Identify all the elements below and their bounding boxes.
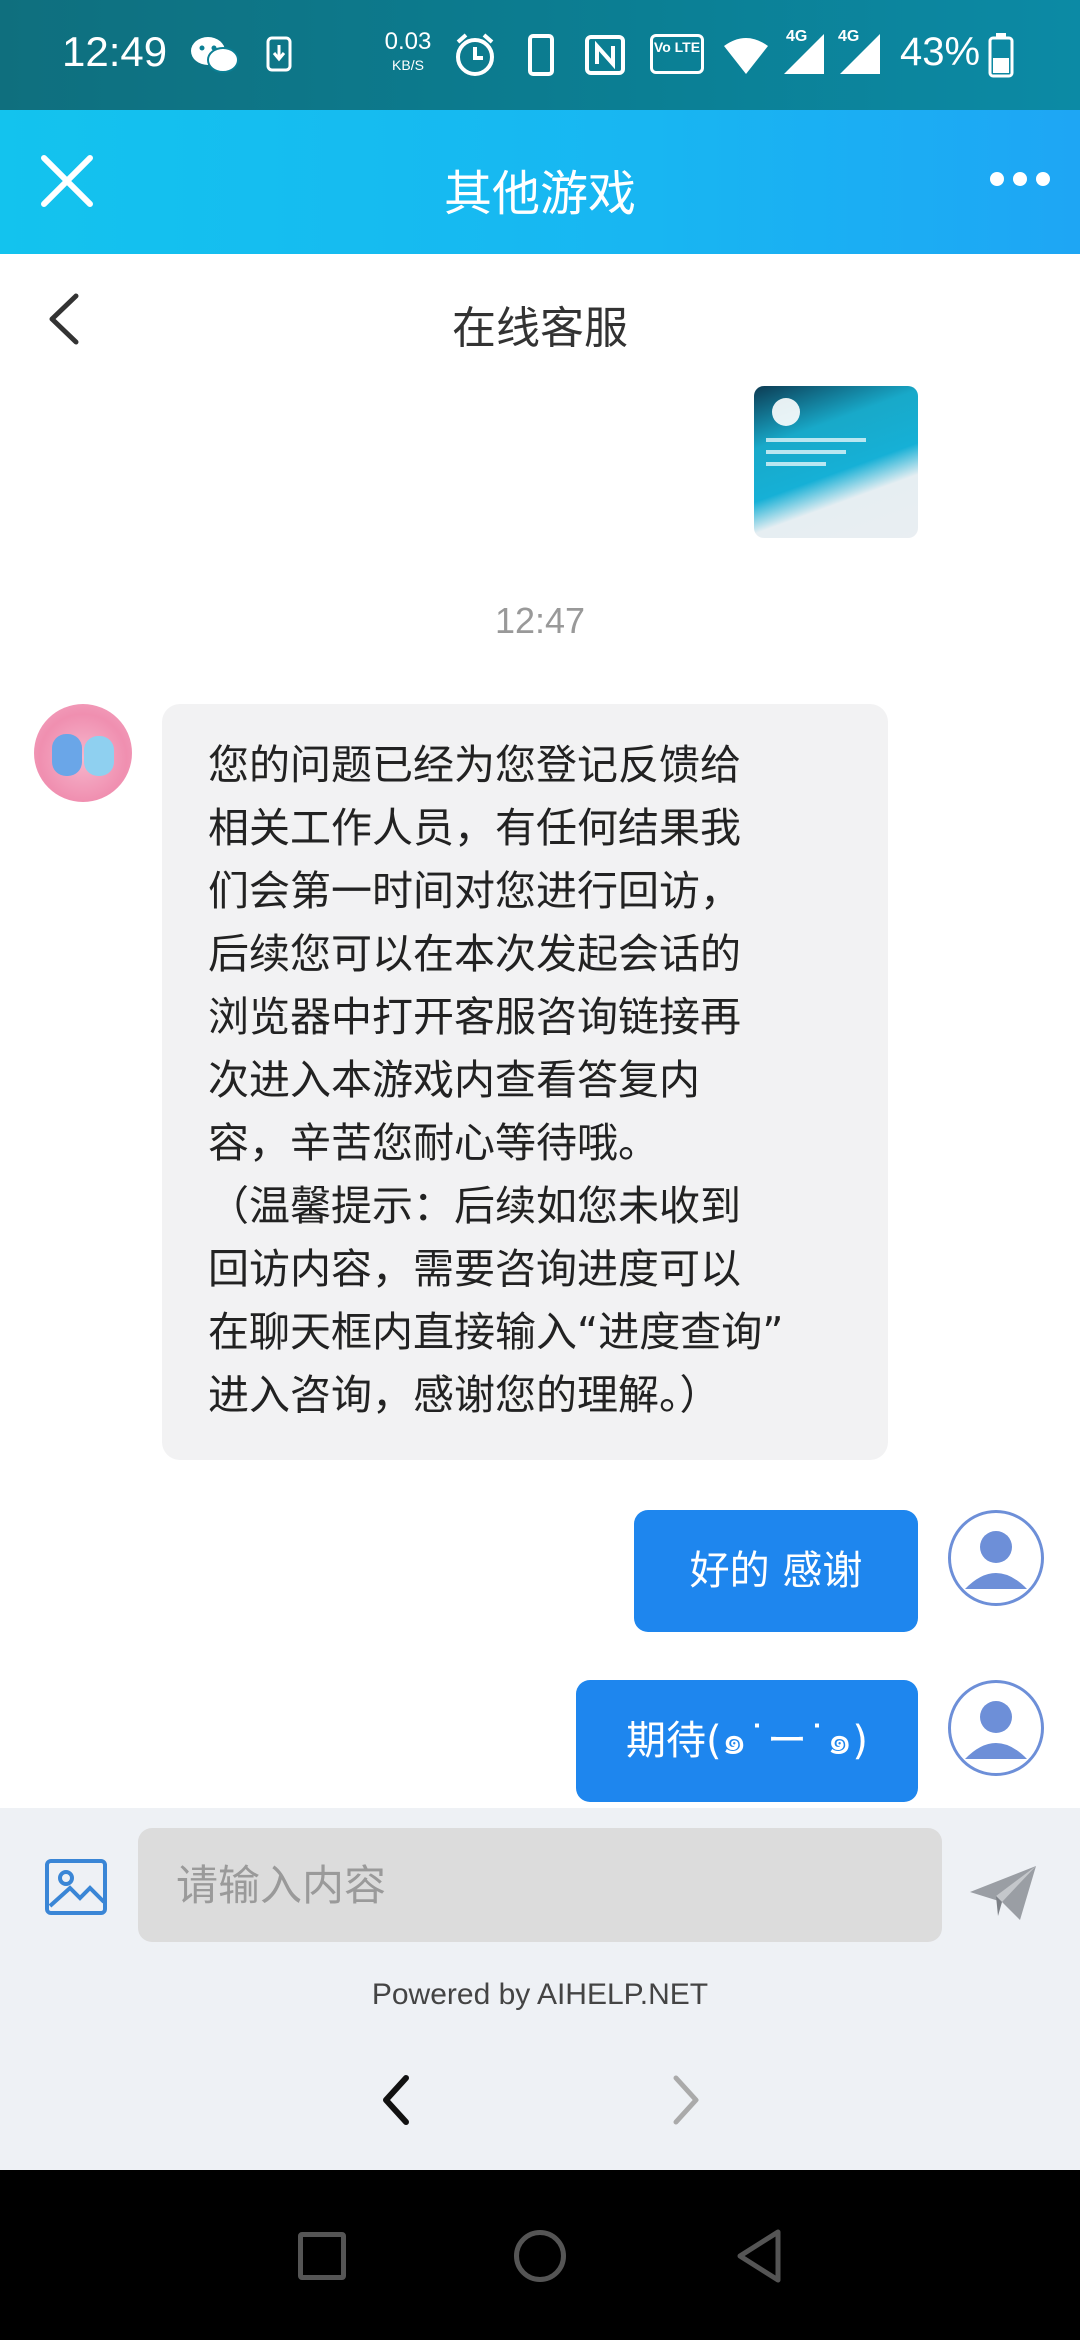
chat-header: 在线客服 xyxy=(0,254,1080,382)
agent-message-bubble: 您的问题已经为您登记反馈给 相关工作人员，有任何结果我 们会第一时间对您进行回访… xyxy=(162,704,888,1460)
phone-vibrate-icon xyxy=(528,34,554,76)
system-nav-bar xyxy=(0,2170,1080,2340)
chat-title: 在线客服 xyxy=(452,303,628,354)
app-title: 其他游戏 xyxy=(443,166,636,222)
download-notification-icon xyxy=(266,36,292,72)
app-header: 其他游戏 xyxy=(0,110,1080,254)
message-input-bar: Powered by AIHELP.NET xyxy=(0,1808,1080,2030)
signal-label-2: 4G xyxy=(838,28,860,45)
browser-forward-icon[interactable] xyxy=(666,2072,706,2128)
wechat-icon xyxy=(191,37,239,73)
network-speed: 0.03 KB/S xyxy=(384,28,432,73)
screen: 12:49 0.03 KB/S Vo LTE 4G 4G 43% 其他游戏 在线… xyxy=(0,0,1080,2340)
browser-back-icon[interactable] xyxy=(376,2072,416,2128)
system-back-icon[interactable] xyxy=(734,2228,784,2284)
battery-percent: 43% xyxy=(900,30,981,74)
user-message-bubble: 期待(๑˙ー˙๑) xyxy=(576,1680,918,1802)
image-icon[interactable] xyxy=(44,1858,108,1916)
message-timestamp: 12:47 xyxy=(494,600,586,641)
status-bar: 12:49 0.03 KB/S Vo LTE 4G 4G 43% xyxy=(0,0,1080,110)
powered-by-label: Powered by AIHELP.NET xyxy=(371,1978,709,2011)
signal-label-1: 4G xyxy=(786,28,808,45)
volte-icon: Vo LTE xyxy=(650,34,704,74)
send-icon[interactable] xyxy=(968,1862,1038,1924)
user-avatar xyxy=(948,1510,1044,1606)
home-icon[interactable] xyxy=(514,2230,566,2282)
chat-messages[interactable]: 12:47 您的问题已经为您登记反馈给 相关工作人员，有任何结果我 们会第一时间… xyxy=(0,382,1080,1808)
status-time: 12:49 xyxy=(62,28,168,75)
user-message-bubble: 好的 感谢 xyxy=(634,1510,918,1632)
more-dots-icon[interactable] xyxy=(988,166,1052,192)
screenshot-thumbnail[interactable] xyxy=(754,386,918,538)
wifi-icon xyxy=(724,38,768,74)
user-avatar xyxy=(948,1680,1044,1776)
nfc-icon xyxy=(585,35,625,75)
battery-icon xyxy=(988,33,1014,78)
browser-nav-bar xyxy=(0,2030,1080,2170)
message-input[interactable] xyxy=(138,1828,942,1942)
alarm-icon xyxy=(456,33,494,76)
recent-apps-icon[interactable] xyxy=(298,2232,346,2280)
agent-avatar xyxy=(34,704,132,802)
